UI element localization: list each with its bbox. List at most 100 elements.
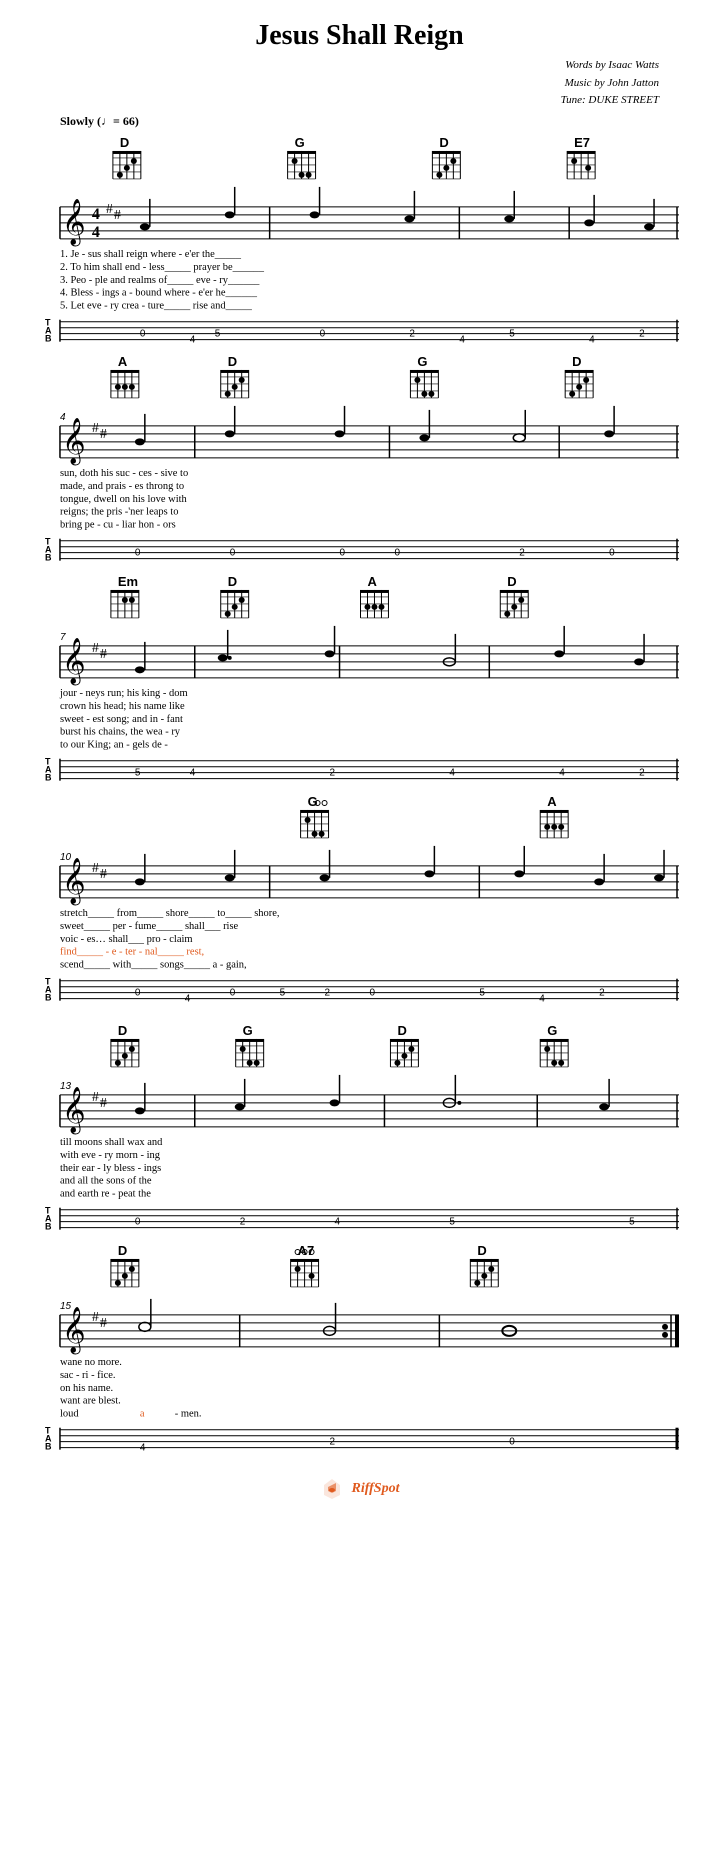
- svg-text:made, and prais -: made, and prais - es throng to: [60, 481, 184, 492]
- svg-text:5: 5: [449, 1217, 455, 1228]
- svg-text:4: 4: [539, 993, 545, 1004]
- svg-text:5: 5: [509, 328, 515, 339]
- svg-text:B: B: [45, 333, 52, 343]
- svg-text:G: G: [417, 354, 427, 369]
- svg-text:𝄞: 𝄞: [62, 1087, 86, 1135]
- svg-text:a: a: [140, 1409, 145, 1420]
- svg-text:2: 2: [519, 548, 525, 559]
- svg-text:D: D: [120, 135, 129, 150]
- svg-text:wane no more: wane no more.: [60, 1357, 122, 1368]
- svg-text:3. Peo - ple and realm: 3. Peo - ple and realms of_____ eve - ry…: [60, 275, 260, 286]
- svg-text:#: #: [92, 421, 99, 436]
- svg-text:4: 4: [589, 334, 595, 345]
- svg-text:4: 4: [140, 1443, 146, 1454]
- svg-text:4: 4: [449, 768, 455, 779]
- section-6: D A7 D 15 𝄞 # #: [30, 1237, 689, 1467]
- svg-text:𝄞: 𝄞: [62, 1307, 86, 1355]
- svg-text:#: #: [100, 1096, 107, 1111]
- svg-text:0: 0: [320, 328, 326, 339]
- svg-text:4: 4: [190, 768, 196, 779]
- svg-text:#: #: [106, 202, 113, 217]
- svg-text:crown his head;: crown his head; his name like: [60, 701, 185, 712]
- svg-text:and earth re -: and earth re - peat the: [60, 1189, 151, 1200]
- svg-text:4: 4: [92, 206, 100, 223]
- svg-text:G: G: [295, 135, 305, 150]
- svg-text:D: D: [118, 1023, 127, 1038]
- svg-text:0: 0: [140, 328, 146, 339]
- svg-text:their ear - ly: their ear - ly bless - ings: [60, 1163, 161, 1174]
- svg-text:1. Je - sus shall reig: 1. Je - sus shall reign where - e'er the…: [60, 249, 242, 260]
- svg-text:5: 5: [629, 1217, 635, 1228]
- footer: RiffSpot: [0, 1467, 719, 1516]
- svg-text:4: 4: [92, 224, 100, 241]
- svg-text:#: #: [114, 208, 121, 223]
- svg-text:0: 0: [230, 548, 236, 559]
- svg-text:0: 0: [135, 987, 141, 998]
- attribution-line3: Tune: DUKE STREET: [0, 92, 659, 110]
- section-4: G A 10 𝄞 # #: [30, 788, 689, 1018]
- svg-text:0: 0: [509, 1437, 515, 1448]
- svg-text:0: 0: [340, 548, 346, 559]
- svg-text:B: B: [45, 553, 52, 563]
- svg-text:2: 2: [325, 987, 331, 998]
- svg-text:to our King;: to our King; an - gels de -: [60, 740, 168, 751]
- svg-text:B: B: [45, 992, 52, 1002]
- svg-text:5: 5: [135, 768, 141, 779]
- svg-text:2. To him shall end: 2. To him shall end - less_____ prayer b…: [60, 262, 265, 273]
- svg-text:𝄞: 𝄞: [62, 858, 86, 906]
- svg-text:find_____ - e - ter: find_____ - e - ter - nal_____ rest,: [60, 946, 204, 957]
- svg-text:tongue, dwell on hi: tongue, dwell on his love with: [60, 494, 188, 505]
- attribution-line2: Music by John Jatton: [0, 75, 659, 93]
- svg-text:on his name: on his name.: [60, 1383, 113, 1394]
- svg-text:#: #: [92, 1310, 99, 1325]
- svg-text:5: 5: [280, 987, 286, 998]
- svg-text:0: 0: [135, 1217, 141, 1228]
- svg-text:B: B: [45, 773, 52, 783]
- svg-text:2: 2: [330, 1437, 336, 1448]
- svg-text:till moons shall: till moons shall wax and: [60, 1137, 163, 1148]
- svg-text:Em: Em: [118, 574, 138, 589]
- svg-text:D: D: [228, 574, 237, 589]
- svg-text:#: #: [100, 647, 107, 662]
- svg-text:E7: E7: [574, 135, 590, 150]
- svg-text:sac - ri - fice: sac - ri - fice.: [60, 1370, 116, 1381]
- section-3: Em D A D 7: [30, 568, 689, 788]
- svg-text:D: D: [397, 1023, 406, 1038]
- svg-text:0: 0: [394, 548, 400, 559]
- svg-text:5: 5: [215, 328, 221, 339]
- svg-text:scend_____ with_____ songs: scend_____ with_____ songs_____ a - gain…: [60, 959, 247, 970]
- section-1: D G D E7: [30, 129, 689, 349]
- svg-text:2: 2: [240, 1217, 246, 1228]
- section-5: D G D G 13: [30, 1017, 689, 1237]
- svg-text:#: #: [92, 641, 99, 656]
- svg-text:B: B: [45, 1442, 52, 1452]
- svg-text:with eve - ry: with eve - ry morn - ing: [60, 1150, 161, 1161]
- svg-text:2: 2: [599, 987, 605, 998]
- svg-text:#: #: [92, 861, 99, 876]
- svg-text:#: #: [100, 867, 107, 882]
- svg-text:G: G: [547, 1023, 557, 1038]
- svg-text:jour - neys run;: jour - neys run; his king - dom: [59, 688, 188, 699]
- svg-text:5. Let eve - ry crea: 5. Let eve - ry crea - ture_____ rise an…: [60, 301, 253, 312]
- svg-text:4: 4: [559, 768, 565, 779]
- svg-text:4: 4: [185, 993, 191, 1004]
- svg-text:#: #: [100, 427, 107, 442]
- svg-text:D: D: [572, 354, 581, 369]
- riffspot-brand: RiffSpot: [352, 1481, 400, 1497]
- svg-text:A: A: [547, 794, 557, 809]
- svg-text:and all the: and all the sons of the: [60, 1176, 152, 1187]
- svg-text:2: 2: [639, 328, 645, 339]
- svg-text:2: 2: [639, 768, 645, 779]
- svg-text:loud: loud: [60, 1409, 79, 1420]
- svg-text:4. Bless - ings a - bound: 4. Bless - ings a - bound where - e'er h…: [60, 288, 258, 299]
- svg-text:0: 0: [609, 548, 615, 559]
- svg-text:2: 2: [409, 328, 415, 339]
- svg-text:4: 4: [459, 334, 465, 345]
- svg-text:- men.: - men.: [175, 1409, 202, 1420]
- svg-text:𝄞: 𝄞: [62, 199, 86, 247]
- svg-text:D: D: [228, 354, 237, 369]
- attribution-line1: Words by Isaac Watts: [0, 57, 659, 75]
- svg-text:𝄞: 𝄞: [62, 638, 86, 686]
- svg-text:want are bles: want are blest.: [60, 1396, 121, 1407]
- svg-text:2: 2: [330, 768, 336, 779]
